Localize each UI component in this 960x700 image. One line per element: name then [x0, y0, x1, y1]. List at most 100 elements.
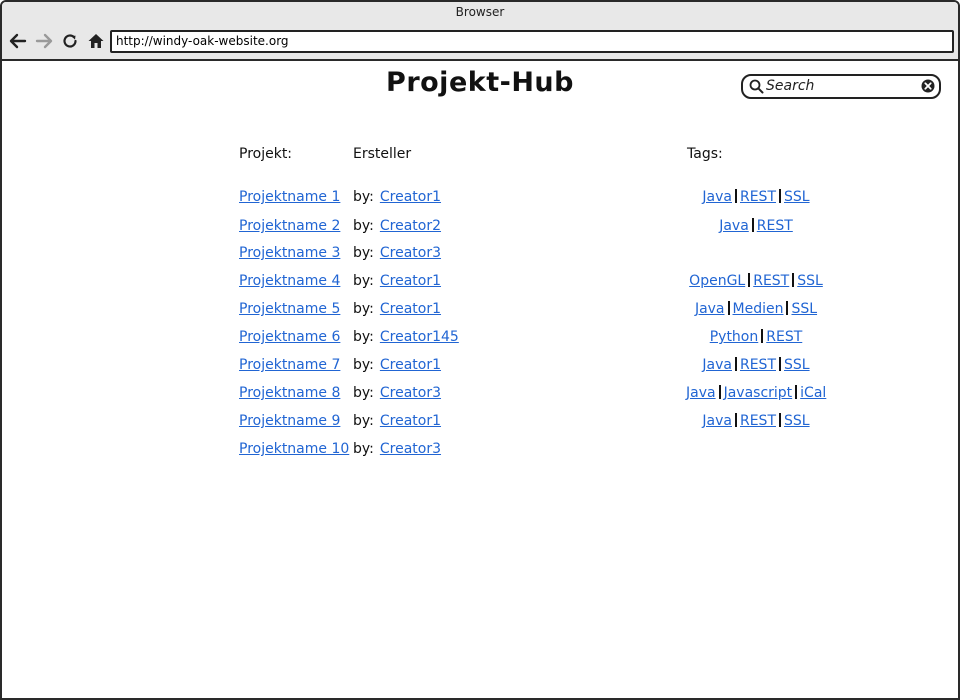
by-label: by: [353, 329, 374, 345]
tag-separator [779, 189, 781, 203]
by-label: by: [353, 245, 374, 261]
project-link[interactable]: Projektname 9 [239, 413, 340, 429]
tag-link[interactable]: SSL [784, 357, 810, 373]
tag-list: Java REST SSL [686, 357, 826, 373]
tag-separator [779, 413, 781, 427]
creator-cell: by: Creator3 [353, 245, 441, 261]
tag-link[interactable]: REST [740, 189, 776, 205]
by-label: by: [353, 189, 374, 205]
creator-cell: by: Creator1 [353, 301, 441, 317]
tag-link[interactable]: Javascript [724, 385, 793, 401]
tag-link[interactable]: REST [766, 329, 802, 345]
tag-link[interactable]: Java [686, 385, 716, 401]
table-row: Projektname 7 by: Creator1 Java REST SSL [2, 357, 958, 379]
creator-link[interactable]: Creator3 [380, 385, 441, 401]
creator-cell: by: Creator1 [353, 189, 441, 205]
tag-list: Python REST [686, 329, 826, 345]
search-input[interactable] [766, 77, 916, 95]
arrow-left-icon [9, 33, 27, 49]
by-label: by: [353, 357, 374, 373]
creator-link[interactable]: Creator1 [380, 357, 441, 373]
tag-separator [734, 357, 737, 371]
browser-window: Browser http://windy-oak-website.org Pro… [0, 0, 960, 700]
creator-link[interactable]: Creator1 [380, 413, 441, 429]
search-icon [749, 79, 764, 94]
tag-link[interactable]: Java [702, 357, 732, 373]
tag-list: Java REST [686, 218, 826, 234]
by-label: by: [353, 218, 374, 234]
creator-link[interactable]: Creator1 [380, 301, 441, 317]
table-row: Projektname 1 by: Creator1 Java REST SSL [2, 189, 958, 211]
project-link[interactable]: Projektname 3 [239, 245, 340, 261]
tag-separator [779, 357, 781, 371]
creator-cell: by: Creator1 [353, 357, 441, 373]
column-header-tags: Tags: [687, 146, 723, 162]
project-link[interactable]: Projektname 8 [239, 385, 340, 401]
creator-link[interactable]: Creator1 [380, 189, 441, 205]
tag-separator [727, 301, 730, 315]
reload-button[interactable] [60, 32, 80, 52]
window-title: Browser [455, 5, 505, 19]
creator-link[interactable]: Creator3 [380, 441, 441, 457]
home-icon [88, 34, 104, 48]
url-input[interactable] [116, 32, 952, 51]
tag-list: Java REST SSL [686, 189, 826, 205]
home-button[interactable] [86, 32, 106, 52]
creator-link[interactable]: Creator2 [380, 218, 441, 234]
tag-separator [734, 189, 737, 203]
creator-cell: by: Creator2 [353, 218, 441, 234]
tag-separator [792, 273, 795, 287]
back-button[interactable] [8, 32, 28, 52]
tag-link[interactable]: iCal [800, 385, 826, 401]
project-link[interactable]: Projektname 1 [239, 189, 340, 205]
window-titlebar: Browser [2, 2, 958, 24]
tag-link[interactable]: REST [740, 357, 776, 373]
table-row: Projektname 2 by: Creator2 Java REST [2, 218, 958, 240]
tag-link[interactable]: Medien [733, 301, 784, 317]
creator-cell: by: Creator1 [353, 273, 441, 289]
project-link[interactable]: Projektname 2 [239, 218, 340, 234]
address-bar[interactable] [110, 30, 954, 53]
by-label: by: [353, 273, 374, 289]
project-link[interactable]: Projektname 5 [239, 301, 340, 317]
search-box[interactable] [741, 74, 941, 99]
tag-link[interactable]: Java [702, 413, 732, 429]
tag-list: Java REST SSL [686, 413, 826, 429]
project-link[interactable]: Projektname 7 [239, 357, 340, 373]
tag-list: Java Javascript iCal [686, 385, 826, 401]
tag-link[interactable]: Python [710, 329, 759, 345]
arrow-right-icon [35, 33, 53, 49]
creator-link[interactable]: Creator145 [380, 329, 459, 345]
column-header-project: Projekt: [239, 146, 293, 162]
tag-link[interactable]: REST [740, 413, 776, 429]
project-link[interactable]: Projektname 4 [239, 273, 340, 289]
tag-separator [786, 301, 789, 315]
reload-icon [63, 34, 77, 48]
table-row: Projektname 3 by: Creator3 [2, 245, 958, 267]
by-label: by: [353, 385, 374, 401]
tag-link[interactable]: SSL [784, 413, 810, 429]
tag-link[interactable]: OpenGL [689, 273, 745, 289]
creator-link[interactable]: Creator1 [380, 273, 441, 289]
tag-link[interactable]: REST [757, 218, 793, 234]
clear-icon[interactable] [921, 79, 935, 93]
tag-list: OpenGL REST SSL [686, 273, 826, 289]
tag-link[interactable]: SSL [791, 301, 817, 317]
tag-link[interactable]: SSL [784, 189, 810, 205]
tag-separator [748, 273, 751, 287]
project-link[interactable]: Projektname 6 [239, 329, 340, 345]
forward-button[interactable] [34, 32, 54, 52]
tag-link[interactable]: Java [702, 189, 732, 205]
table-row: Projektname 5 by: Creator1 Java Medien SSL [2, 301, 958, 323]
table-row: Projektname 10 by: Creator3 [2, 441, 958, 463]
tag-separator [795, 385, 798, 399]
project-link[interactable]: Projektname 10 [239, 441, 349, 457]
column-header-creator: Ersteller [353, 146, 412, 162]
creator-link[interactable]: Creator3 [380, 245, 441, 261]
tag-link[interactable]: SSL [797, 273, 823, 289]
creator-cell: by: Creator3 [353, 385, 441, 401]
tag-link[interactable]: Java [695, 301, 725, 317]
creator-cell: by: Creator145 [353, 329, 459, 345]
tag-link[interactable]: Java [719, 218, 749, 234]
tag-link[interactable]: REST [753, 273, 789, 289]
